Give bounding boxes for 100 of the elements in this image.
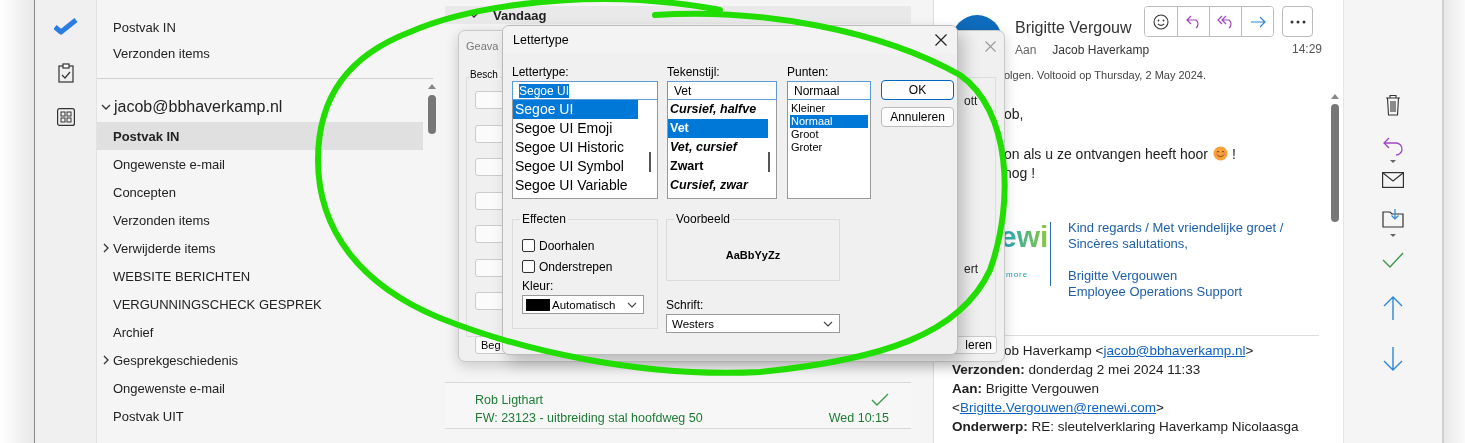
- chevron-icon: [103, 355, 109, 365]
- signature-text: Kind regards / Met vriendelijke groet /: [1068, 220, 1284, 236]
- mail-icon[interactable]: [1382, 172, 1404, 188]
- font-style-option[interactable]: Zwart: [668, 157, 768, 176]
- header-line: ob Haverkamp <jacob@bbhaverkamp.nl>: [1004, 343, 1254, 358]
- flag-note: olgen. Voltooid op Thursday, 2 May 2024.: [1003, 69, 1207, 81]
- header-line: Verzonden: donderdag 2 mei 2024 11:33: [952, 362, 1201, 377]
- field-label: Kleur:: [522, 279, 555, 295]
- close-icon[interactable]: [935, 34, 947, 46]
- checkbox[interactable]: [522, 260, 535, 273]
- checkbox-label: Doorhalen: [539, 238, 595, 253]
- sender-name: Brigitte Vergouw: [1015, 19, 1133, 37]
- field-label: Punten:: [787, 65, 830, 81]
- folder-item[interactable]: VERGUNNINGSCHECK GESPREK: [97, 290, 423, 318]
- signature-text: Sincères salutations,: [1068, 236, 1189, 252]
- folder-item[interactable]: Ongewenste e-mail: [97, 374, 423, 402]
- folder-item[interactable]: Verwijderde items: [97, 234, 423, 262]
- scrollbar-icon[interactable]: [1330, 92, 1340, 222]
- field-label: Schrift:: [666, 298, 705, 314]
- ok-button[interactable]: OK: [881, 80, 954, 100]
- up-arrow-icon[interactable]: [1383, 296, 1403, 320]
- font-style-field[interactable]: Vet: [667, 81, 777, 100]
- forward-button[interactable]: [1241, 7, 1273, 36]
- scrollbar-icon[interactable]: [427, 83, 437, 135]
- body-text: on als u ze ontvangen heeft hoor: [1004, 145, 1208, 162]
- reply-all-icon: [1216, 14, 1235, 29]
- smiley-icon: [1153, 13, 1169, 30]
- checkmark-icon[interactable]: [1382, 252, 1404, 268]
- chevron-icon: [101, 103, 111, 111]
- body-text: !: [1231, 145, 1236, 162]
- clipboard-icon[interactable]: [57, 63, 74, 83]
- email-link[interactable]: jacob@bbhaverkamp.nl: [1103, 343, 1246, 358]
- more-icon: [1289, 19, 1306, 24]
- color-dropdown[interactable]: Automatisch: [522, 295, 644, 314]
- group-title: Voorbeeld: [674, 213, 733, 226]
- field-label: Tekenstijl:: [667, 65, 721, 81]
- forward-icon: [1249, 15, 1266, 28]
- font-size-option[interactable]: Groter: [790, 141, 868, 154]
- font-option[interactable]: Segoe UI Variable: [513, 176, 638, 195]
- reply-icon: [1185, 14, 1202, 29]
- font-style-option[interactable]: Vet: [668, 119, 768, 138]
- dialog-title: Geava: [466, 40, 499, 52]
- font-size-option[interactable]: Kleiner: [790, 102, 868, 115]
- signature-text: Employee Operations Support: [1068, 284, 1244, 300]
- folder-item[interactable]: Ongewenste e-mail: [97, 150, 423, 178]
- font-style-listbox[interactable]: Cursief, halfve Vet Vet, cursief Zwart Cursief, zwar: [667, 100, 777, 199]
- to-label: Aan: [1015, 43, 1037, 57]
- font-style-option[interactable]: Cursief, halfve: [668, 100, 768, 119]
- header-line: Onderwerp: RE: sleutelverklaring Haverkamp Nicolaasga: [952, 419, 1299, 434]
- chevron-icon: [627, 301, 637, 308]
- group-title: Effecten: [520, 213, 568, 226]
- folder-item[interactable]: Archief: [97, 318, 423, 346]
- move-to-folder-icon[interactable]: [1382, 208, 1404, 238]
- header-line: <Brigitte.Vergouwen@renewi.com>: [952, 400, 1164, 415]
- email-link[interactable]: Brigitte.Vergouwen@renewi.com: [959, 400, 1156, 415]
- font-option[interactable]: Segoe UI Historic: [513, 138, 638, 157]
- chevron-icon: [823, 320, 833, 327]
- down-arrow-icon[interactable]: [1383, 347, 1403, 371]
- header-line: Aan: Brigitte Vergouwen: [952, 381, 1100, 396]
- script-dropdown[interactable]: Westers: [666, 314, 840, 333]
- font-size-field[interactable]: Normaal: [787, 81, 871, 100]
- message-time: Wed 10:15: [828, 411, 889, 425]
- checkbox-label: Onderstrepen: [539, 259, 613, 274]
- folder-item[interactable]: Verzonden items: [97, 206, 423, 234]
- checkmark-icon[interactable]: [53, 18, 78, 36]
- folder-item[interactable]: Verzonden items: [97, 40, 423, 66]
- apps-grid-icon[interactable]: [56, 108, 75, 126]
- dialog-text: ott: [964, 94, 978, 108]
- chevron-icon: [103, 243, 109, 253]
- font-option[interactable]: Segoe UI: [513, 100, 638, 119]
- body-text: ob,: [1004, 105, 1024, 122]
- folder-item[interactable]: Postvak UIT: [97, 402, 423, 430]
- reply-icon[interactable]: [1382, 137, 1404, 163]
- checkbox[interactable]: [522, 239, 535, 252]
- group-label: Besch: [470, 69, 500, 80]
- folder-item[interactable]: Postvak IN: [97, 122, 423, 150]
- font-size-listbox[interactable]: Kleiner Normaal Groot Groter: [787, 100, 871, 199]
- account-header[interactable]: jacob@bbhaverkamp.nl: [97, 92, 423, 122]
- font-name-field[interactable]: Segoe UI: [512, 81, 658, 100]
- message-item[interactable]: Rob Ligthart FW: 23123 - uitbreiding stal hoofdweg 50 Wed 10:15: [445, 382, 911, 429]
- font-option[interactable]: Segoe UI Symbol: [513, 157, 638, 176]
- trash-icon[interactable]: [1385, 94, 1401, 116]
- font-option[interactable]: Segoe UI Emoji: [513, 119, 638, 138]
- font-size-option[interactable]: Normaal: [790, 115, 868, 128]
- font-listbox[interactable]: Segoe UI Segoe UI Emoji Segoe UI Historic Segoe UI Symbol Segoe UI Variable: [512, 100, 658, 199]
- preview-text: AaBbYyZz: [725, 249, 781, 261]
- folder-item[interactable]: Concepten: [97, 178, 423, 206]
- folder-item[interactable]: WEBSITE BERICHTEN: [97, 262, 423, 290]
- message-subject: FW: 23123 - uitbreiding stal hoofdweg 50: [475, 411, 703, 425]
- sender-name: Rob Ligthart: [475, 393, 544, 407]
- more-button[interactable]: [1282, 6, 1313, 37]
- cancel-button[interactable]: Annuleren: [881, 107, 954, 127]
- dialog-title: Lettertype: [513, 33, 569, 47]
- dialog-text: ert: [964, 262, 978, 276]
- font-size-option[interactable]: Groot: [790, 128, 868, 141]
- font-style-option[interactable]: Vet, cursief: [668, 138, 768, 157]
- field-label: Lettertype:: [512, 65, 570, 81]
- font-style-option[interactable]: Cursief, zwar: [668, 176, 768, 195]
- folder-item[interactable]: Gesprekgeschiedenis: [97, 346, 423, 374]
- folder-item[interactable]: Postvak IN: [97, 14, 423, 40]
